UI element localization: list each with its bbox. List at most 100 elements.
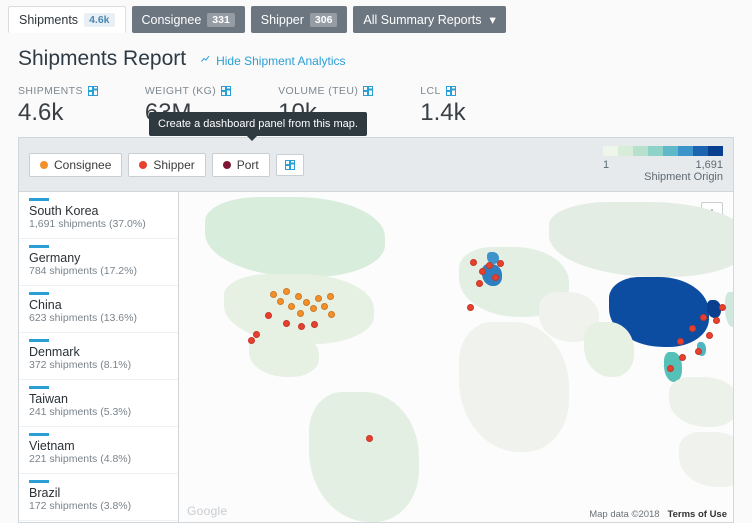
map-marker[interactable] <box>297 310 304 317</box>
chart-line-icon <box>200 53 212 68</box>
tab-shipments[interactable]: Shipments 4.6k <box>8 6 126 33</box>
color-dot-icon <box>40 161 48 169</box>
map-marker[interactable] <box>695 348 702 355</box>
dashboard-icon[interactable] <box>362 85 374 97</box>
country-stats: 784 shipments (17.2%) <box>29 265 168 277</box>
country-stats: 241 shipments (5.3%) <box>29 406 168 418</box>
map-marker[interactable] <box>700 314 707 321</box>
hide-analytics-link[interactable]: Hide Shipment Analytics <box>200 53 345 68</box>
tab-label: All Summary Reports <box>363 13 481 27</box>
create-dashboard-panel-button[interactable] <box>276 154 304 176</box>
country-stats: 172 shipments (3.8%) <box>29 500 168 512</box>
kpi-shipments: SHIPMENTS4.6k <box>18 85 99 127</box>
map-marker[interactable] <box>295 293 302 300</box>
map-marker[interactable] <box>366 435 373 442</box>
map-marker[interactable] <box>667 365 674 372</box>
map-toolbar: Create a dashboard panel from this map. … <box>19 138 733 192</box>
map-marker[interactable] <box>689 325 696 332</box>
map-marker[interactable] <box>470 259 477 266</box>
country-name: Denmark <box>29 345 168 359</box>
list-item[interactable]: South Korea1,691 shipments (37.0%) <box>19 192 178 239</box>
layer-toggle-shipper[interactable]: Shipper <box>128 153 205 177</box>
map-marker[interactable] <box>706 332 713 339</box>
layer-toggle-port[interactable]: Port <box>212 153 270 177</box>
kpi-lcl: LCL1.4k <box>420 85 465 127</box>
accent-bar <box>29 245 49 248</box>
accent-bar <box>29 480 49 483</box>
tab-all-summary-reports[interactable]: All Summary Reports ▾ <box>353 6 505 33</box>
dashboard-icon[interactable] <box>220 85 232 97</box>
layer-toggle-consignee[interactable]: Consignee <box>29 153 122 177</box>
country-name: China <box>29 298 168 312</box>
country-name: South Korea <box>29 204 168 218</box>
caret-down-icon: ▾ <box>490 12 496 27</box>
map-marker[interactable] <box>321 303 328 310</box>
list-item[interactable]: Hong Kong87 shipments (1.9%) <box>19 521 178 522</box>
map-marker[interactable] <box>283 288 290 295</box>
kpi-label: SHIPMENTS <box>18 85 83 97</box>
tab-label: Shipments <box>19 13 78 27</box>
chip-label: Consignee <box>54 158 111 172</box>
accent-bar <box>29 339 49 342</box>
kpi-label: LCL <box>420 85 440 97</box>
map-marker[interactable] <box>265 312 272 319</box>
accent-bar <box>29 386 49 389</box>
tab-count-badge: 4.6k <box>84 13 114 27</box>
map-marker[interactable] <box>476 280 483 287</box>
map-marker[interactable] <box>497 260 504 267</box>
list-item[interactable]: Taiwan241 shipments (5.3%) <box>19 380 178 427</box>
list-item[interactable]: China623 shipments (13.6%) <box>19 286 178 333</box>
map-marker[interactable] <box>277 298 284 305</box>
dashboard-icon <box>284 159 296 171</box>
map-marker[interactable] <box>310 305 317 312</box>
map-marker[interactable] <box>270 291 277 298</box>
country-name: Germany <box>29 251 168 265</box>
country-name: Taiwan <box>29 392 168 406</box>
map-marker[interactable] <box>283 320 290 327</box>
map-marker[interactable] <box>677 338 684 345</box>
map-marker[interactable] <box>679 354 686 361</box>
map-marker[interactable] <box>248 337 255 344</box>
tab-shipper[interactable]: Shipper306 <box>251 6 348 33</box>
list-item[interactable]: Germany784 shipments (17.2%) <box>19 239 178 286</box>
map-marker[interactable] <box>298 323 305 330</box>
country-list[interactable]: South Korea1,691 shipments (37.0%)German… <box>19 192 179 522</box>
map-brand: Google <box>187 504 228 518</box>
map-marker[interactable] <box>719 304 726 311</box>
map-marker[interactable] <box>467 304 474 311</box>
map-marker[interactable] <box>479 268 486 275</box>
tab-consignee[interactable]: Consignee331 <box>132 6 245 33</box>
page-title: Shipments Report <box>18 47 186 71</box>
map-marker[interactable] <box>311 321 318 328</box>
legend-max: 1,691 <box>695 159 723 171</box>
list-item[interactable]: Brazil172 shipments (3.8%) <box>19 474 178 521</box>
chip-label: Port <box>237 158 259 172</box>
map-marker[interactable] <box>327 293 334 300</box>
tab-count-badge: 306 <box>310 13 338 27</box>
map-marker[interactable] <box>288 303 295 310</box>
accent-bar <box>29 198 49 201</box>
dashboard-icon[interactable] <box>445 85 457 97</box>
map-marker[interactable] <box>492 274 499 281</box>
list-item[interactable]: Denmark372 shipments (8.1%) <box>19 333 178 380</box>
map-marker[interactable] <box>486 262 493 269</box>
map-panel: Create a dashboard panel from this map. … <box>18 137 734 523</box>
country-stats: 623 shipments (13.6%) <box>29 312 168 324</box>
map-marker[interactable] <box>713 317 720 324</box>
legend-min: 1 <box>603 159 609 171</box>
kpi-row: SHIPMENTS4.6kWEIGHT (KG)63MVOLUME (TEU)1… <box>18 85 734 127</box>
color-dot-icon <box>139 161 147 169</box>
dashboard-icon[interactable] <box>87 85 99 97</box>
kpi-label: WEIGHT (KG) <box>145 85 216 97</box>
chip-label: Shipper <box>153 158 194 172</box>
map-marker[interactable] <box>253 331 260 338</box>
map-marker[interactable] <box>303 299 310 306</box>
map-marker[interactable] <box>328 311 335 318</box>
report-tabs: Shipments4.6kConsignee331Shipper306All S… <box>0 0 752 33</box>
list-item[interactable]: Vietnam221 shipments (4.8%) <box>19 427 178 474</box>
map-marker[interactable] <box>315 295 322 302</box>
tab-count-badge: 331 <box>207 13 235 27</box>
legend-title: Shipment Origin <box>603 171 723 183</box>
world-map[interactable]: + − Google Map data ©2018 Terms of Use <box>179 192 733 522</box>
country-name: Vietnam <box>29 439 168 453</box>
